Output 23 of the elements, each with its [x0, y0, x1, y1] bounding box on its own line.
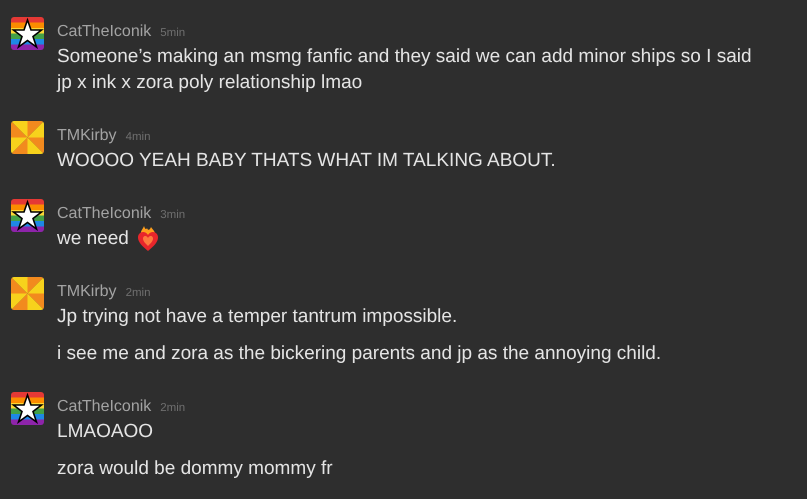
pinwheel-avatar [11, 277, 44, 310]
timestamp: 5min [160, 27, 186, 39]
username[interactable]: TMKirby [57, 282, 117, 302]
username[interactable]: TMKirby [57, 126, 117, 146]
timestamp: 2min [160, 402, 186, 414]
message-text: Someone’s making an msmg fanfic and they said we can add minor ships so I said jp x ink x zora poly relationship lmao [57, 45, 753, 95]
username[interactable]: CatTheIconik [57, 397, 152, 417]
timestamp: 3min [160, 209, 186, 221]
rainbow-star-avatar [11, 199, 44, 232]
pinwheel-avatar [11, 121, 44, 154]
rainbow-star-avatar [11, 17, 44, 50]
message-text: we need [57, 227, 129, 251]
message-text: Jp trying not have a temper tantrum impossible. [57, 305, 458, 329]
message-text: i see me and zora as the bickering parents and jp as the annoying child. [57, 342, 662, 366]
message-text: LMAOAOO [57, 420, 154, 444]
timestamp: 2min [126, 287, 150, 299]
fire-heart-icon [136, 226, 159, 252]
username[interactable]: CatTheIconik [57, 22, 152, 42]
rainbow-star-avatar [11, 392, 44, 425]
message-text: WOOOO YEAH BABY THATS WHAT IM TALKING ABOUT. [57, 149, 556, 173]
timestamp: 4min [126, 131, 150, 143]
username[interactable]: CatTheIconik [57, 204, 152, 224]
message-text: zora would be dommy mommy fr [57, 457, 333, 481]
